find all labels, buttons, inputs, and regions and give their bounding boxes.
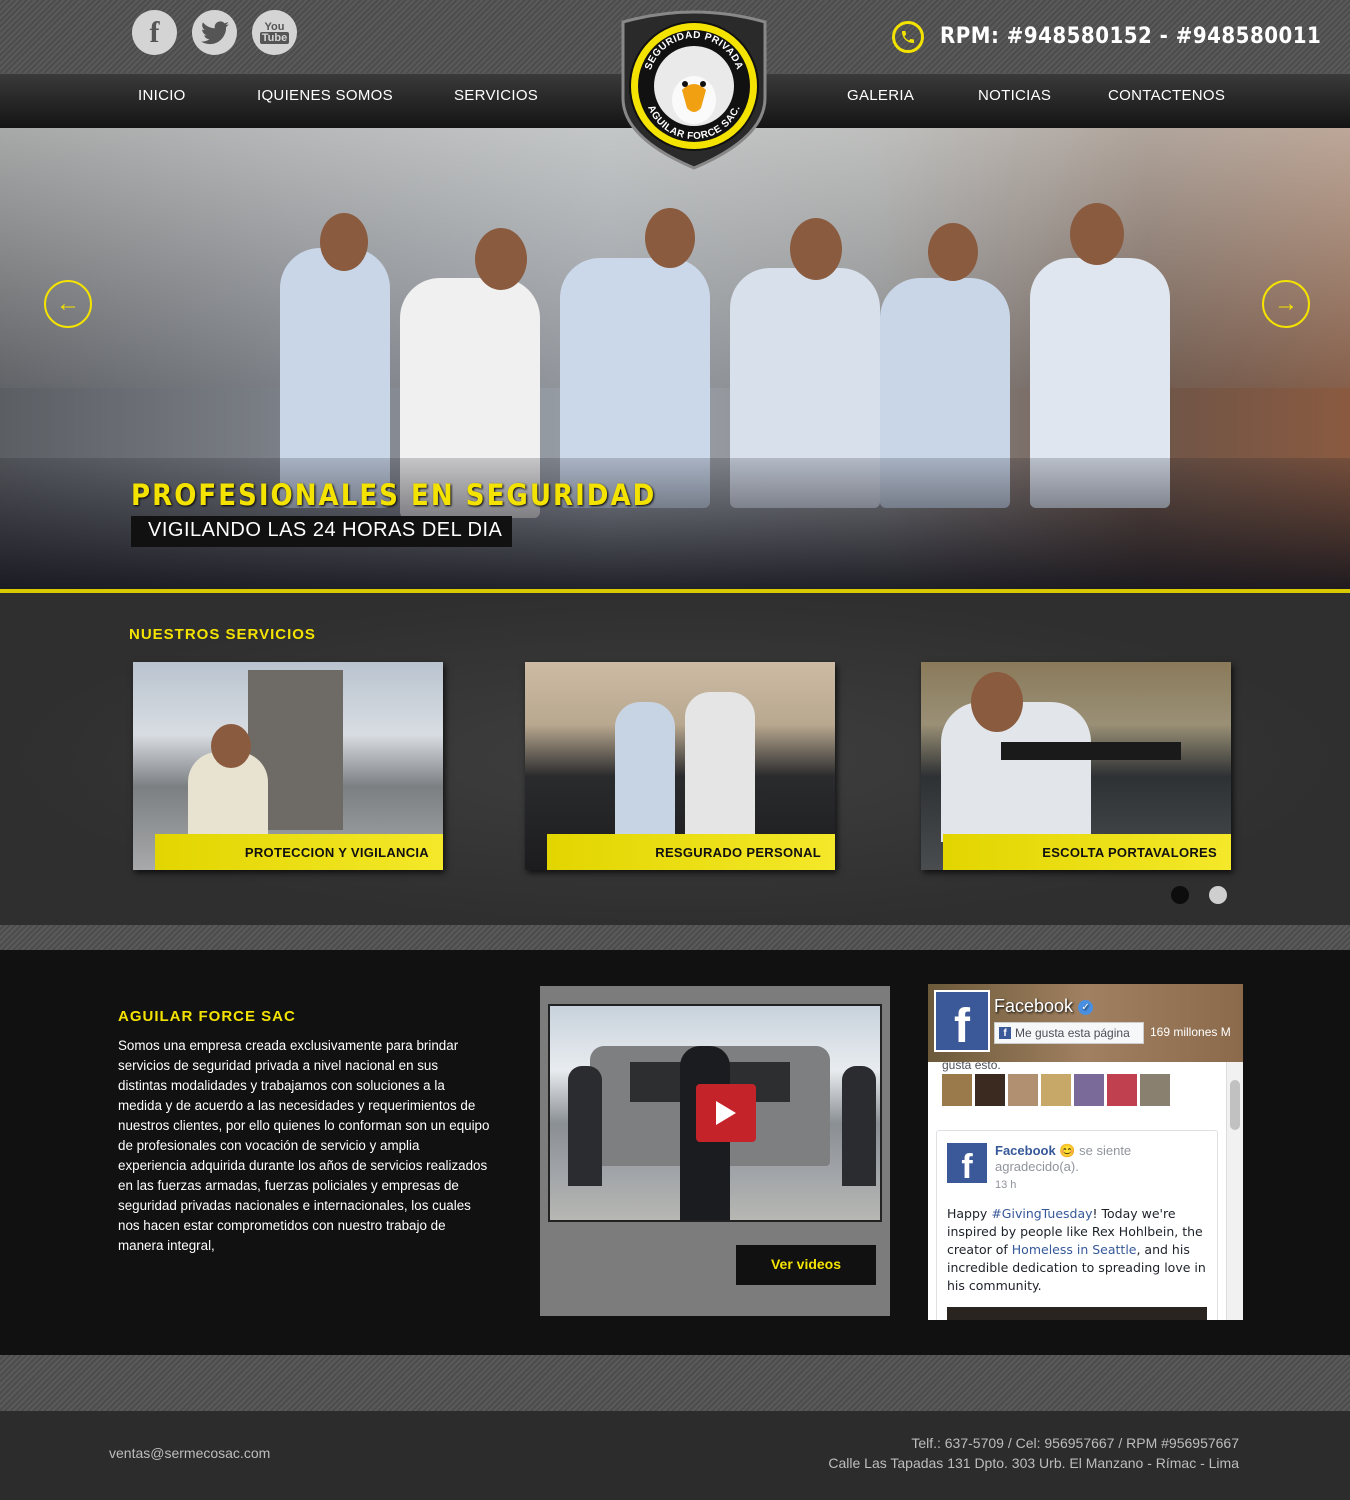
services-section: NUESTROS SERVICIOS PROTECCION Y VIGILANC… [0,593,1350,925]
facebook-like-label: Me gusta esta página [1015,1026,1130,1040]
post-text-part: Happy [947,1206,992,1221]
video-thumbnail[interactable] [548,1004,882,1222]
facebook-glyph: f [149,15,160,49]
post-hashtag-link[interactable]: #GivingTuesday [991,1206,1092,1221]
hero-head [475,228,527,290]
youtube-icon[interactable]: You Tube [252,10,297,55]
service-card-proteccion[interactable]: PROTECCION Y VIGILANCIA [133,662,443,870]
facebook-likes-count: 169 millones M [1150,1025,1231,1039]
youtube-line1: You [264,20,285,33]
phone-numbers: RPM: #948580152 - #948580011 [940,24,1322,49]
youtube-glyph: You Tube [259,20,290,44]
card-agent-head [971,672,1023,732]
phone-icon [892,21,924,53]
arrow-left-icon: ← [56,290,80,317]
hero-head [790,218,842,280]
service-card-caption: PROTECCION Y VIGILANCIA [155,834,443,870]
facebook-post-time[interactable]: 13 h [995,1179,1016,1191]
card-guard-head [211,724,251,768]
hero-title: PROFESIONALES EN SEGURIDAD [131,478,657,512]
friend-avatar[interactable] [1074,1074,1104,1106]
nav-contactenos[interactable]: CONTACTENOS [1108,87,1225,104]
facebook-post-header: Facebook 😊 se siente agradecido(a). [995,1143,1205,1174]
facebook-likes-text: gusta esto. [942,1058,1001,1072]
pager-dot-active[interactable] [1171,886,1189,904]
youtube-line2: Tube [259,31,290,44]
facebook-page-name-text: Facebook [994,996,1074,1016]
verified-icon: ✓ [1078,999,1094,1015]
twitter-icon[interactable] [192,10,237,55]
nav-servicios[interactable]: SERVICIOS [454,87,538,104]
facebook-post-avatar-icon[interactable]: f [947,1143,987,1186]
friend-avatar[interactable] [1008,1074,1038,1106]
facebook-page-name[interactable]: Facebook ✓ [994,996,1094,1017]
nav-noticias[interactable]: NOTICIAS [978,87,1051,104]
hero-slider: ← → PROFESIONALES EN SEGURIDAD VIGILANDO… [0,128,1350,589]
footer: ventas@sermecosac.com Telf.: 637-5709 / … [0,1411,1350,1500]
scrollbar-thumb[interactable] [1230,1080,1240,1130]
facebook-icon[interactable]: f [132,10,177,55]
friend-avatar[interactable] [1041,1074,1071,1106]
nav-galeria[interactable]: GALERIA [847,87,914,104]
play-icon[interactable] [696,1084,756,1142]
hero-head [928,223,978,281]
slider-next-button[interactable]: → [1262,280,1310,328]
pager-dot[interactable] [1209,886,1227,904]
about-title: AGUILAR FORCE SAC [118,1008,296,1025]
footer-address: Calle Las Tapadas 131 Dpto. 303 Urb. El … [828,1455,1239,1471]
facebook-post-image[interactable] [947,1307,1207,1320]
facebook-post: f Facebook 😊 se siente agradecido(a). 13… [936,1130,1218,1320]
facebook-like-button[interactable]: f Me gusta esta página [994,1022,1144,1044]
post-link[interactable]: Homeless in Seattle [1012,1242,1137,1257]
about-text: Somos una empresa creada exclusivamente … [118,1038,490,1253]
hero-head [645,208,695,268]
friend-avatar[interactable] [1107,1074,1137,1106]
hero-head [1070,203,1124,265]
footer-email[interactable]: ventas@sermecosac.com [109,1445,270,1461]
video-widget: Ver videos [540,986,890,1316]
service-card-caption: ESCOLTA PORTAVALORES [943,834,1231,870]
hero-head [320,213,368,271]
facebook-friend-faces [942,1074,1170,1106]
facebook-logo-icon[interactable]: f [934,990,990,1053]
service-card-escolta[interactable]: ESCOLTA PORTAVALORES [921,662,1231,870]
service-card-caption: RESGURADO PERSONAL [547,834,835,870]
services-title: NUESTROS SERVICIOS [129,626,316,643]
section-divider [0,1355,1350,1411]
service-card-resguardo[interactable]: RESGURADO PERSONAL [525,662,835,870]
hero-subtitle: VIGILANDO LAS 24 HORAS DEL DIA [131,516,512,547]
ver-videos-button[interactable]: Ver videos [736,1245,876,1285]
section-divider [0,925,1350,950]
facebook-post-author[interactable]: Facebook [995,1143,1056,1158]
facebook-small-icon: f [999,1027,1011,1039]
facebook-scrollbar[interactable] [1226,1062,1243,1320]
nav-inicio[interactable]: INICIO [138,87,186,104]
footer-phones: Telf.: 637-5709 / Cel: 956957667 / RPM #… [911,1435,1239,1451]
facebook-widget: f Facebook ✓ f Me gusta esta página 169 … [928,984,1243,1320]
friend-avatar[interactable] [1140,1074,1170,1106]
nav-quienes-somos[interactable]: IQUIENES SOMOS [257,87,393,104]
friend-avatar[interactable] [975,1074,1005,1106]
facebook-post-text: Happy #GivingTuesday! Today we're inspir… [947,1205,1215,1295]
arrow-right-icon: → [1274,290,1298,317]
card-agent-image [941,702,1091,842]
company-logo[interactable]: SEGURIDAD PRIVADA AGUILAR FORCE SAC. [617,8,771,170]
video-agent-image [842,1066,876,1186]
video-agent-image [568,1066,602,1186]
friend-avatar[interactable] [942,1074,972,1106]
card-rifle-image [1001,742,1181,760]
smiley-icon: 😊 [1059,1143,1076,1158]
about-section: AGUILAR FORCE SAC Somos una empresa crea… [0,950,1350,1355]
twitter-bird-icon [200,20,229,44]
slider-prev-button[interactable]: ← [44,280,92,328]
